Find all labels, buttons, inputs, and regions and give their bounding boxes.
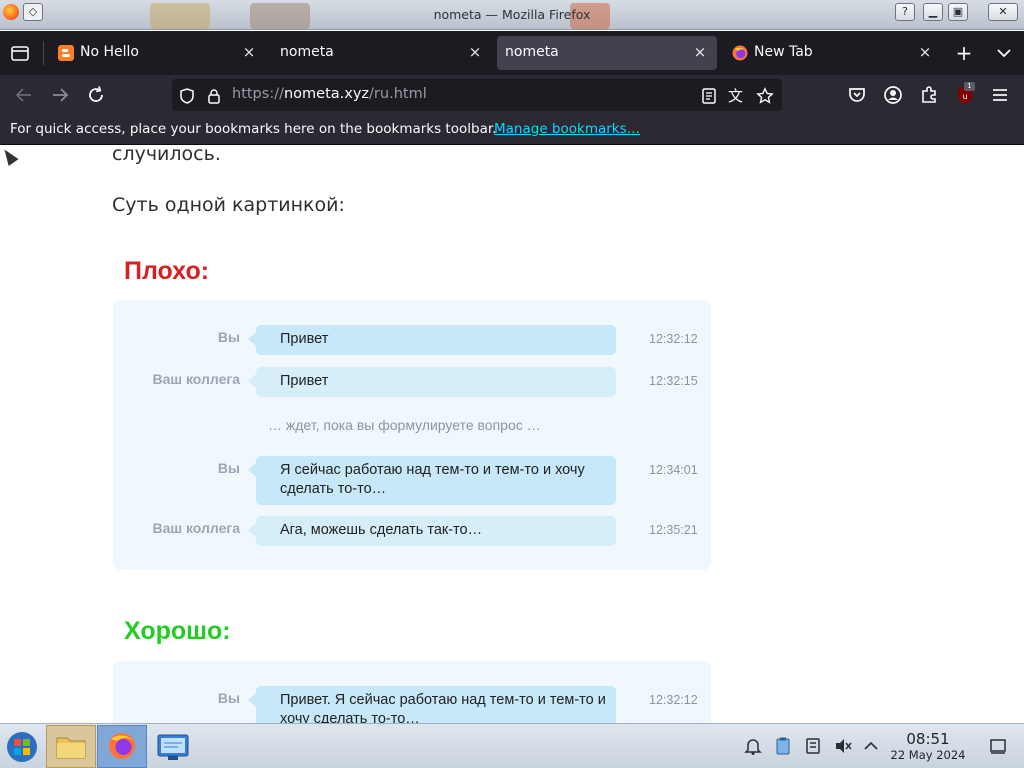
tab-label: nometa	[280, 44, 334, 60]
list-all-tabs-icon[interactable]	[992, 41, 1016, 65]
firefox-taskbar-icon[interactable]	[97, 725, 147, 768]
tab-separator	[43, 41, 44, 65]
tab-nometa[interactable]: nometa ×	[272, 36, 492, 70]
tab-list-icon[interactable]	[8, 41, 32, 65]
url-text[interactable]: https://nometa.xyz/ru.html	[232, 86, 427, 102]
bookmarks-empty-message: For quick access, place your bookmarks h…	[10, 121, 497, 137]
reader-view-icon[interactable]	[700, 87, 718, 105]
reload-icon[interactable]	[84, 83, 108, 107]
chat-sender: Вы	[217, 690, 240, 706]
firefox-icon	[732, 45, 748, 61]
nav-toolbar: https://nometa.xyz/ru.html 文 u	[0, 75, 1024, 115]
window-title: nometa — Mozilla Firefox	[433, 7, 591, 22]
url-host: nometa.xyz	[283, 86, 370, 102]
help-button[interactable]: ?	[895, 3, 915, 21]
system-settings-icon[interactable]	[148, 725, 198, 768]
chat-time: 12:32:12	[649, 332, 698, 346]
close-tab-icon[interactable]: ×	[466, 43, 484, 61]
storage-device-icon[interactable]	[803, 736, 823, 756]
chevron-up-icon[interactable]	[861, 736, 881, 756]
intro-paragraph-tail: случилось.	[112, 145, 221, 165]
tab-no-hello[interactable]: No Hello ×	[48, 36, 266, 70]
chat-sender: Ваш коллега	[152, 520, 241, 536]
chat-bubble: Привет	[248, 367, 616, 397]
clock-time[interactable]: 08:51	[890, 730, 966, 748]
window-titlebar: ◇ nometa — Mozilla Firefox ? ▁ ▣ ✕	[0, 0, 1024, 30]
tab-label: No Hello	[80, 44, 139, 60]
app-menu-icon[interactable]	[988, 83, 1012, 107]
bad-chat-example: Вы Привет 12:32:12 Ваш коллега Привет 12…	[113, 300, 711, 570]
chat-sender: Вы	[217, 460, 240, 476]
lock-icon[interactable]	[205, 87, 223, 105]
blogger-icon	[58, 45, 74, 61]
translate-icon[interactable]: 文	[728, 87, 746, 105]
tab-new-tab[interactable]: New Tab ×	[722, 36, 942, 70]
chat-bubble: Я сейчас работаю над тем-то и тем-то и х…	[248, 456, 616, 505]
chat-sender: Вы	[217, 329, 240, 345]
forward-arrow-icon[interactable]	[48, 83, 72, 107]
page-content[interactable]: случилось. Суть одной картинкой: Плохо: …	[0, 145, 1024, 723]
url-scheme: https://	[232, 86, 284, 102]
tab-strip: No Hello × nometa × nometa × New Tab × +	[0, 31, 1024, 75]
tab-nometa-active[interactable]: nometa ×	[497, 36, 717, 70]
chat-time: 12:32:15	[649, 374, 698, 388]
close-tab-icon[interactable]: ×	[916, 43, 934, 61]
chat-bubble: Привет	[248, 325, 616, 355]
pocket-icon[interactable]	[845, 83, 869, 107]
good-example-heading: Хорошо:	[124, 617, 231, 645]
address-bar[interactable]: https://nometa.xyz/ru.html 文	[172, 79, 782, 111]
tracking-protection-shield-icon[interactable]	[178, 87, 196, 105]
chat-time: 12:34:01	[649, 463, 698, 477]
svg-text:u: u	[962, 92, 967, 101]
tab-label: New Tab	[754, 44, 813, 60]
file-manager-icon[interactable]	[46, 725, 96, 768]
chat-bubble: Привет. Я сейчас работаю над тем-то и те…	[248, 686, 616, 723]
chat-sender: Ваш коллега	[152, 371, 241, 387]
tab-label: nometa	[505, 44, 559, 60]
taskbar: 08:51 22 May 2024	[0, 723, 1024, 768]
notifications-bell-icon[interactable]	[743, 736, 763, 756]
url-path: /ru.html	[369, 86, 427, 102]
bookmark-star-icon[interactable]	[756, 87, 774, 105]
bookmarks-toolbar: For quick access, place your bookmarks h…	[0, 115, 1024, 145]
volume-muted-icon[interactable]	[833, 736, 853, 756]
start-menu-icon[interactable]	[0, 725, 44, 768]
close-window-button[interactable]: ✕	[988, 3, 1018, 21]
waiting-note: … ждет, пока вы формулируете вопрос …	[268, 417, 541, 433]
clock-date[interactable]: 22 May 2024	[886, 748, 970, 762]
show-desktop-icon[interactable]	[988, 736, 1008, 756]
extensions-puzzle-icon[interactable]	[917, 83, 941, 107]
good-chat-example: Вы Привет. Я сейчас работаю над тем-то и…	[113, 661, 711, 723]
summary-paragraph: Суть одной картинкой:	[112, 194, 345, 216]
manage-bookmarks-link[interactable]: Manage bookmarks…	[494, 121, 640, 137]
extension-badge: 1	[964, 82, 975, 91]
minimize-button[interactable]: ▁	[923, 3, 943, 21]
chat-time: 12:32:12	[649, 693, 698, 707]
mouse-cursor	[0, 146, 19, 166]
close-tab-icon[interactable]: ×	[691, 43, 709, 61]
account-icon[interactable]	[881, 83, 905, 107]
new-tab-button[interactable]: +	[952, 41, 976, 65]
bad-example-heading: Плохо:	[124, 257, 210, 285]
chat-bubble: Ага, можешь сделать так-то…	[248, 516, 616, 546]
maximize-button[interactable]: ▣	[948, 3, 968, 21]
close-tab-icon[interactable]: ×	[240, 43, 258, 61]
back-arrow-icon[interactable]	[12, 83, 36, 107]
chat-time: 12:35:21	[649, 523, 698, 537]
clipboard-tray-icon[interactable]	[773, 736, 793, 756]
